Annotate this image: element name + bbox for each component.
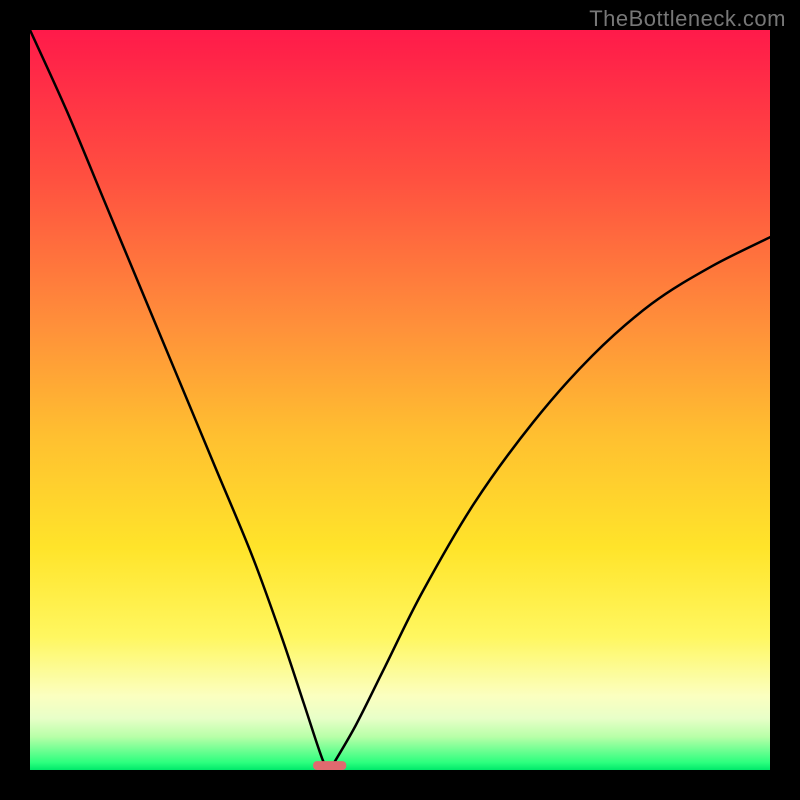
gradient-fill	[30, 30, 770, 770]
watermark-text: TheBottleneck.com	[589, 6, 786, 32]
chart-svg	[30, 30, 770, 770]
plot-area	[30, 30, 770, 770]
optimum-marker	[313, 761, 346, 770]
chart-frame: TheBottleneck.com	[0, 0, 800, 800]
